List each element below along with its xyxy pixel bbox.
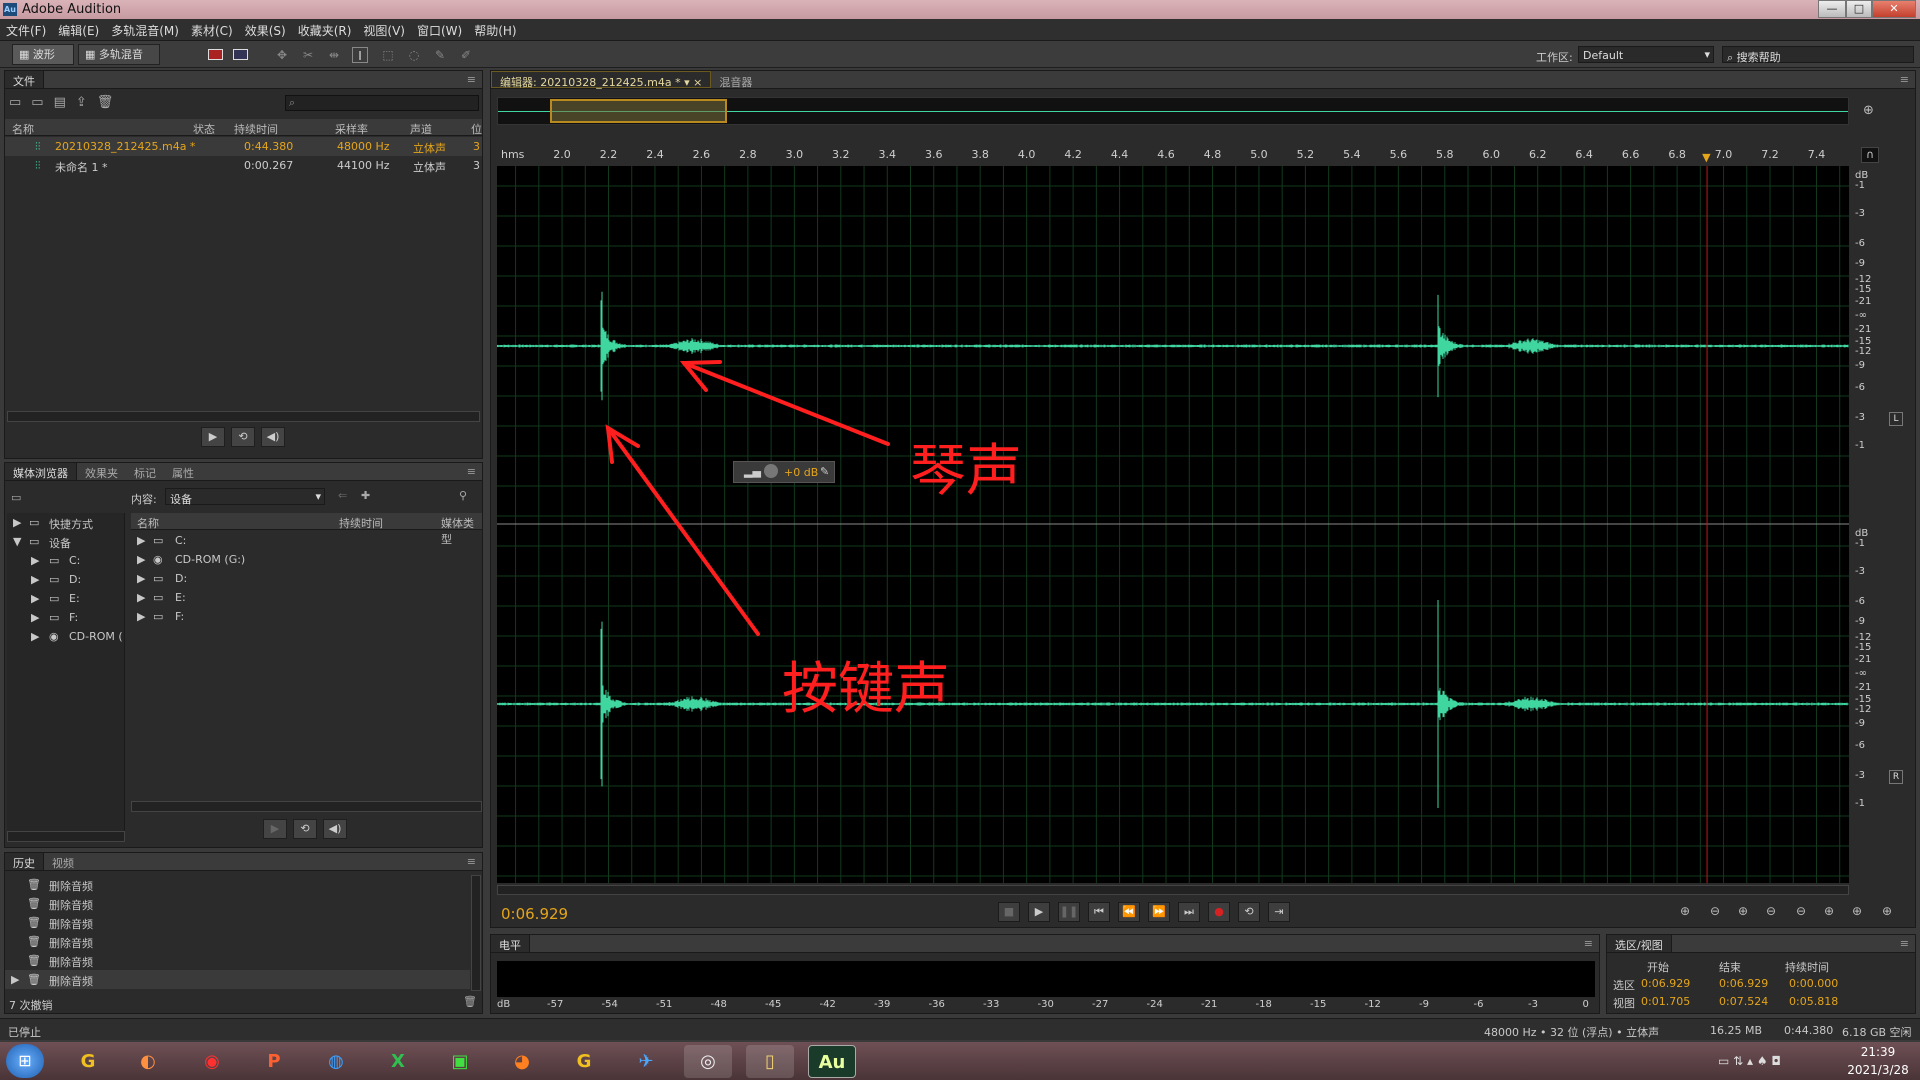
clock-time[interactable]: 21:39 [1848,1045,1908,1059]
header-start: 开始 [1647,961,1669,974]
level-scale-label: -42 [819,999,836,1010]
taskbar-app-icon[interactable]: ▣ [436,1045,484,1078]
level-scale-label: -45 [765,999,782,1010]
annotation-piano: 琴声 [910,439,1022,504]
level-scale-label: -9 [1419,999,1429,1010]
level-scale-label: -24 [1146,999,1163,1010]
selection-end[interactable]: 0:06.929 [1719,977,1768,990]
selection-label: 选区 [1613,979,1635,992]
level-scale-label: 0 [1582,999,1589,1010]
view-end[interactable]: 0:07.524 [1719,995,1768,1008]
annotation-keys: 按键声 [782,657,950,722]
arrow-piano-line [682,361,890,446]
level-scale-label: -21 [1201,999,1218,1010]
status-free-space: 6.18 GB 空闲 [1842,1026,1912,1039]
taskbar-app-icon[interactable]: ◎ [684,1045,732,1078]
level-scale-label: dB [497,999,511,1010]
taskbar: ⊞ G ◐ ◉ P ◍ X ▣ ◕ G ✈ ◎ ▯ Au ▭ ⇅ ▴ ♠ ◘ 2… [0,1042,1920,1080]
level-scale-label: -18 [1255,999,1272,1010]
tab-selection-view[interactable]: 选区/视图 [1607,935,1672,952]
taskbar-app-icon[interactable]: ◉ [188,1045,236,1078]
clock-date[interactable]: 2021/3/28 [1840,1063,1916,1077]
taskbar-app-icon[interactable]: G [560,1045,608,1078]
level-meter-panel: 电平 ≡ dB -57 -54 -51 -48 -45 -42 -39 -36 -33 -30 -27… [490,934,1600,1014]
tray-icons[interactable]: ▭ ⇅ ▴ ♠ ◘ [1718,1054,1781,1068]
selection-duration[interactable]: 0:00.000 [1789,977,1838,990]
status-duration: 0:44.380 [1784,1024,1834,1037]
view-start[interactable]: 0:01.705 [1641,995,1690,1008]
taskbar-app-icon[interactable]: X [374,1045,422,1078]
header-end: 结束 [1719,961,1741,974]
view-label: 视图 [1613,997,1635,1010]
selection-view-panel: 选区/视图 ≡ 开始 结束 持续时间 选区 0:06.929 0:06.929 … [1606,934,1916,1014]
selection-panel-header: 选区/视图 ≡ [1607,935,1915,953]
level-scale: dB -57 -54 -51 -48 -45 -42 -39 -36 -33 -30 -27 -24 -2… [497,999,1595,1013]
status-text: 已停止 [8,1026,41,1039]
arrow-keys-line [606,426,760,636]
level-scale-label: -57 [547,999,564,1010]
taskbar-app-icon[interactable]: P [250,1045,298,1078]
taskbar-audition-icon[interactable]: Au [808,1045,856,1078]
taskbar-app-icon[interactable]: ◕ [498,1045,546,1078]
level-scale-label: -36 [928,999,945,1010]
view-duration[interactable]: 0:05.818 [1789,995,1838,1008]
taskbar-app-icon[interactable]: ◐ [124,1045,172,1078]
start-button[interactable]: ⊞ [6,1044,44,1078]
level-scale-label: -12 [1364,999,1381,1010]
level-scale-label: -15 [1310,999,1327,1010]
level-scale-label: -27 [1092,999,1109,1010]
level-scale-label: -30 [1037,999,1054,1010]
level-scale-label: -33 [983,999,1000,1010]
status-format: 48000 Hz • 32 位 (浮点) • 立体声 [1484,1026,1660,1039]
selection-start[interactable]: 0:06.929 [1641,977,1690,990]
level-scale-label: -3 [1528,999,1538,1010]
annotation-arrows [605,360,890,636]
level-scale-label: -6 [1473,999,1484,1010]
level-scale-label: -39 [874,999,891,1010]
status-bar: 已停止 48000 Hz • 32 位 (浮点) • 立体声 16.25 MB … [0,1018,1920,1040]
tab-level[interactable]: 电平 [491,935,530,952]
panel-menu-icon[interactable]: ≡ [1584,937,1593,950]
level-scale-label: -48 [710,999,727,1010]
level-scale-label: -51 [656,999,673,1010]
header-duration: 持续时间 [1785,961,1829,974]
taskbar-app-icon[interactable]: ◍ [312,1045,360,1078]
taskbar-app-icon[interactable]: G [64,1045,112,1078]
level-meter [497,961,1595,997]
level-scale-label: -54 [601,999,618,1010]
panel-menu-icon[interactable]: ≡ [1900,937,1909,950]
taskbar-app-icon[interactable]: ✈ [622,1045,670,1078]
status-size: 16.25 MB [1710,1024,1763,1037]
level-panel-header: 电平 ≡ [491,935,1599,953]
taskbar-folder-icon[interactable]: ▯ [746,1045,794,1078]
